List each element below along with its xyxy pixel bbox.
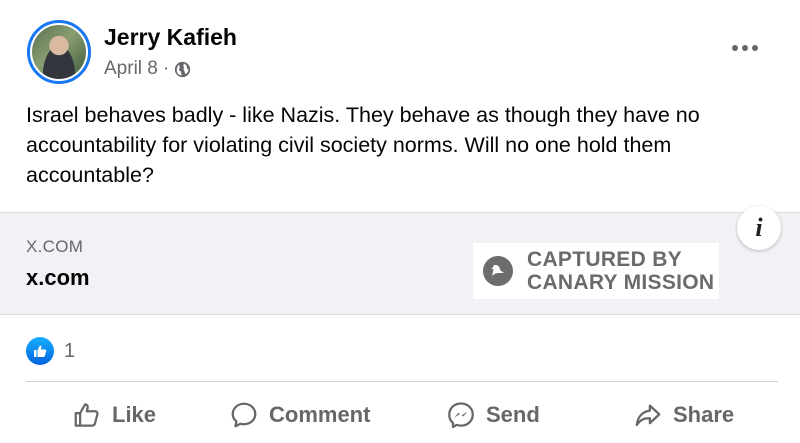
canary-mission-watermark: CAPTURED BY CANARY MISSION — [473, 243, 719, 299]
messenger-icon — [448, 402, 474, 429]
thumbs-up-icon — [26, 337, 54, 365]
dot-icon — [732, 45, 738, 51]
link-preview-card[interactable]: X.COM x.com i CAPTURED BY CANARY MISSION — [0, 206, 800, 315]
dot-icon — [752, 45, 758, 51]
link-domain: X.COM — [26, 237, 84, 256]
post-meta: April 8 · — [104, 58, 191, 80]
link-title[interactable]: x.com — [26, 265, 90, 291]
comment-label: Comment — [269, 402, 371, 427]
send-label: Send — [486, 402, 540, 427]
meta-separator: · — [162, 58, 170, 79]
info-button[interactable]: i — [737, 206, 781, 250]
share-button[interactable]: Share — [633, 390, 734, 440]
canary-logo-icon — [483, 256, 513, 286]
facebook-post: Jerry Kafieh April 8 · Israel behaves ba… — [0, 0, 800, 443]
divider — [26, 381, 778, 382]
comment-icon — [231, 402, 257, 428]
globe-icon[interactable] — [174, 61, 191, 78]
post-header: Jerry Kafieh April 8 · — [27, 20, 777, 90]
watermark-text: CAPTURED BY CANARY MISSION — [527, 248, 714, 294]
post-date[interactable]: April 8 — [104, 58, 158, 80]
action-bar: Like Comment Send Share — [0, 390, 800, 440]
share-icon — [635, 404, 661, 427]
dot-icon — [742, 45, 748, 51]
avatar[interactable] — [27, 20, 91, 84]
watermark-line-2: CANARY MISSION — [527, 271, 715, 294]
reaction-count[interactable]: 1 — [64, 340, 75, 363]
send-button[interactable]: Send — [446, 390, 540, 440]
reactions-summary[interactable]: 1 — [26, 336, 75, 366]
post-text: Israel behaves badly - like Nazis. They … — [26, 103, 700, 187]
comment-button[interactable]: Comment — [229, 390, 370, 440]
avatar-photo — [32, 25, 86, 79]
watermark-line-1: CAPTURED BY — [527, 248, 682, 271]
more-options-button[interactable] — [725, 36, 765, 60]
share-label: Share — [673, 402, 735, 427]
like-label: Like — [112, 402, 157, 427]
like-icon — [74, 403, 99, 427]
author-name[interactable]: Jerry Kafieh — [104, 24, 237, 51]
like-button[interactable]: Like — [72, 390, 156, 440]
